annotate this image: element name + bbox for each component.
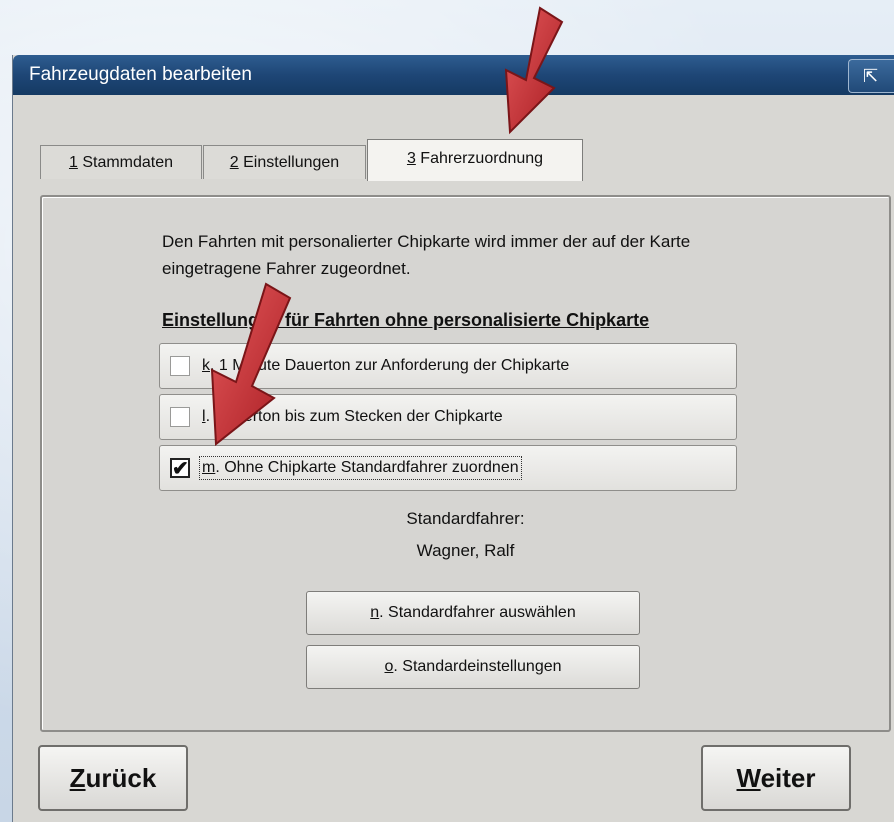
arrow-shape [210, 282, 292, 446]
option-m-checkbox[interactable]: ✔ [170, 458, 190, 480]
button-label: urück [85, 763, 157, 793]
tab-einstellungen[interactable]: 2 Einstellungen [203, 145, 366, 179]
tab-label: Stammdaten [77, 154, 174, 171]
button-label: eiter [760, 763, 816, 793]
option-text: . Ohne Chipkarte Standardfahrer zuordnen [215, 459, 519, 476]
standard-driver-label: Standardfahrer: [406, 509, 525, 528]
button-label: . Standardfahrer auswählen [379, 604, 576, 621]
select-driver-button[interactable]: n. Standardfahrer auswählen [306, 591, 640, 635]
tab-mnemonic: 3 [406, 150, 416, 167]
tab-label: Einstellungen [238, 154, 340, 171]
defaults-button[interactable]: o. Standardeinstellungen [306, 645, 640, 689]
tab-panel: Den Fahrten mit personalierter Chipkarte… [40, 195, 891, 732]
annotation-arrow-icon [504, 6, 564, 135]
checkmark-icon: ✔ [172, 458, 189, 480]
tab-stammdaten[interactable]: 1 Stammdaten [40, 145, 202, 179]
tab-label: Fahrerzuordnung [415, 150, 544, 167]
annotation-arrow-icon [210, 282, 292, 446]
option-mnemonic: m [202, 459, 216, 476]
info-line: Den Fahrten mit personalierter Chipkarte… [162, 232, 691, 251]
tab-mnemonic: 1 [68, 154, 78, 171]
dialog-window: Fahrzeugdaten bearbeiten ⇱ 1 Stammdaten … [12, 55, 894, 822]
option-m-label: m. Ohne Chipkarte Standardfahrer zuordne… [199, 456, 522, 480]
title-bar: Fahrzeugdaten bearbeiten ⇱ [13, 55, 894, 95]
button-mnemonic: W [736, 763, 761, 793]
tab-mnemonic: 2 [229, 154, 239, 171]
back-button[interactable]: Zurück [38, 745, 188, 811]
tab-fahrerzuordnung[interactable]: 3 Fahrerzuordnung [367, 139, 583, 181]
button-mnemonic: Z [69, 763, 86, 793]
next-button[interactable]: Weiter [701, 745, 851, 811]
info-text: Den Fahrten mit personalierter Chipkarte… [162, 228, 842, 282]
title-bar-button[interactable]: ⇱ [848, 59, 894, 93]
button-mnemonic: n [370, 604, 380, 621]
standard-driver-name: Wagner, Ralf [416, 541, 515, 560]
button-label: . Standardeinstellungen [393, 658, 562, 675]
exit-icon: ⇱ [863, 66, 879, 86]
window-title: Fahrzeugdaten bearbeiten [29, 64, 252, 85]
arrow-shape [504, 6, 564, 135]
